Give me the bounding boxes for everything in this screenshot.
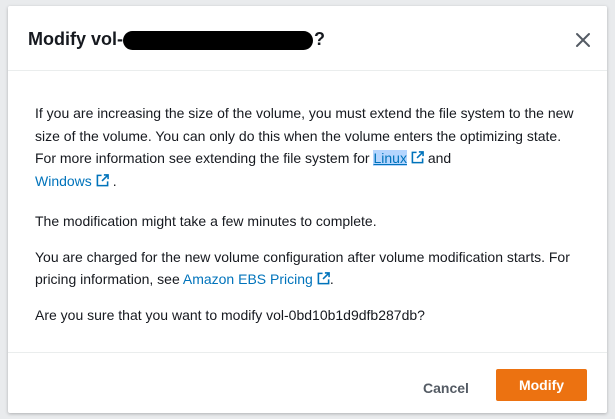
close-button[interactable] [573, 30, 593, 50]
external-link-icon[interactable] [407, 150, 424, 166]
redacted-volume-id [123, 31, 313, 50]
pricing-paragraph: You are charged for the new volume confi… [35, 246, 583, 291]
period-text: . [112, 172, 117, 189]
period-text: . [329, 271, 334, 287]
external-link-icon[interactable] [313, 271, 330, 287]
close-icon [576, 33, 590, 47]
modify-button[interactable]: Modify [496, 369, 587, 401]
dialog-title-suffix: ? [314, 29, 325, 49]
and-text: and [423, 150, 452, 166]
modification-time-paragraph: The modification might take a few minute… [35, 213, 377, 229]
dialog-header: Modify vol-? [8, 6, 607, 71]
dialog-title: Modify vol-? [28, 29, 325, 50]
external-link-icon[interactable] [92, 173, 109, 189]
extend-filesystem-paragraph: If you are increasing the size of the vo… [35, 102, 583, 192]
linux-link[interactable]: Linux [373, 150, 407, 166]
extend-filesystem-text: If you are increasing the size of the vo… [35, 105, 574, 166]
windows-link[interactable]: Windows [35, 173, 92, 189]
ebs-pricing-link[interactable]: Amazon EBS Pricing [183, 271, 313, 287]
dialog-footer: Cancel Modify [8, 352, 607, 414]
modify-volume-dialog: Modify vol-? If you are increasing the s… [8, 6, 607, 413]
confirmation-paragraph: Are you sure that you want to modify vol… [35, 306, 425, 323]
cancel-button[interactable]: Cancel [406, 372, 486, 404]
dialog-title-prefix: Modify vol- [28, 29, 123, 49]
dialog-body: If you are increasing the size of the vo… [35, 102, 583, 326]
